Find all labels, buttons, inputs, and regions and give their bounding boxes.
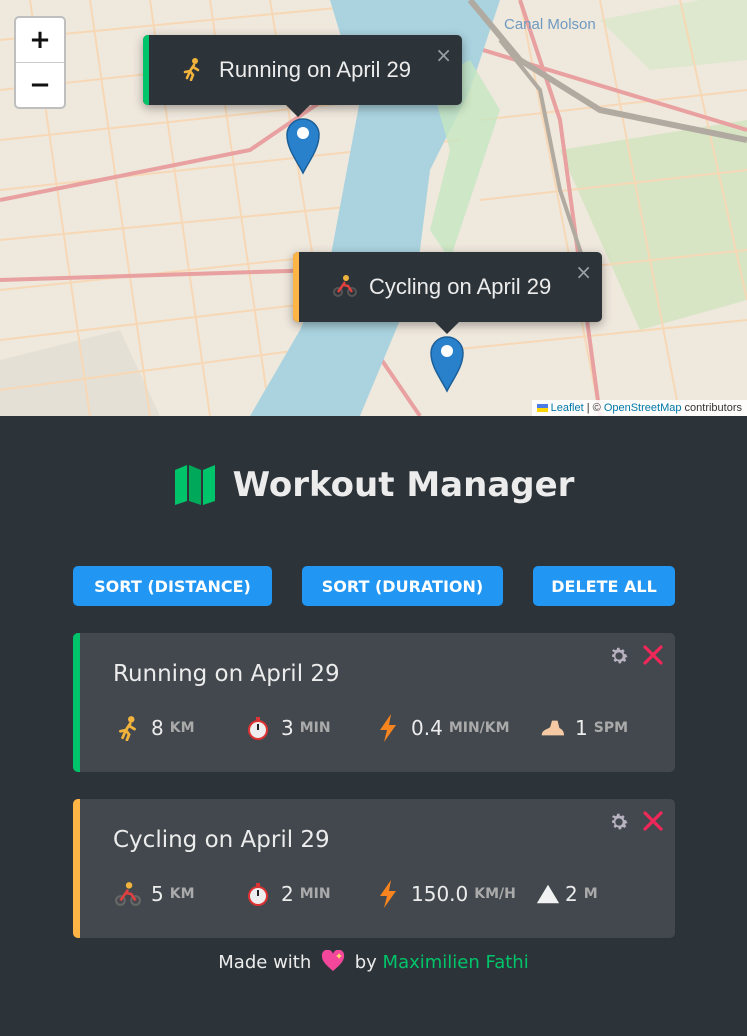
mountain-icon [535, 881, 561, 907]
zoom-in-button[interactable]: + [16, 18, 64, 63]
sparkling-heart-icon [321, 949, 345, 971]
map-marker-running[interactable] [285, 115, 321, 175]
popup-close-button[interactable]: × [575, 260, 592, 284]
workout-unit: KM [169, 720, 195, 736]
lightning-icon [375, 714, 401, 742]
runner-icon [115, 715, 141, 741]
cyclist-icon [333, 274, 357, 302]
workout-unit: MIN [299, 886, 331, 902]
workout-detail-duration: 3 MIN [245, 715, 331, 741]
workout-value: 2 [281, 882, 294, 906]
popup-accent [143, 35, 149, 105]
delete-icon[interactable] [641, 643, 665, 667]
sort-duration-button[interactable]: SORT (DURATION) [302, 566, 503, 606]
popup-text: Cycling on April 29 [369, 274, 552, 299]
map-attribution: Leaflet | © OpenStreetMap contributors [531, 400, 747, 416]
workout-value: 2 [565, 882, 578, 906]
workout-value: 150.0 [411, 882, 469, 906]
map[interactable]: Canal Molson + − Running on April 29 × C… [0, 0, 747, 416]
cyclist-icon [115, 881, 141, 907]
workout-title: Cycling on April 29 [113, 827, 330, 853]
foot-icon [539, 715, 565, 741]
ukraine-flag-icon [536, 404, 548, 413]
attribution-separator: | © [583, 402, 604, 414]
runner-icon [181, 57, 203, 85]
openstreetmap-link[interactable]: OpenStreetMap [604, 402, 682, 414]
workout-detail-duration: 2 MIN [245, 881, 331, 907]
footer-credit: Made with by Maximilien Fathi [0, 949, 747, 973]
workout-value: 1 [575, 716, 588, 740]
running-popup[interactable]: Running on April 29 × [143, 35, 462, 117]
workout-card-cycling[interactable]: Cycling on April 29 5 KM 2 MIN 150.0 KM/… [73, 799, 675, 938]
popup-close-button[interactable]: × [435, 43, 452, 67]
map-place-label: Canal Molson [504, 16, 596, 33]
workout-value: 5 [151, 882, 164, 906]
map-logo-icon [174, 465, 215, 505]
workout-value: 3 [281, 716, 294, 740]
stopwatch-icon [245, 715, 271, 741]
app-title: Workout Manager [232, 465, 575, 505]
workout-unit: MIN/KM [448, 720, 510, 736]
workout-card-running[interactable]: Running on April 29 8 KM 3 MIN 0.4 MIN/K… [73, 633, 675, 772]
zoom-control: + − [14, 16, 66, 109]
workout-detail-cadence: 1 SPM [539, 715, 628, 741]
workout-detail-distance: 8 KM [115, 715, 195, 741]
workout-unit: MIN [299, 720, 331, 736]
attribution-suffix: contributors [681, 402, 742, 414]
author-link[interactable]: Maximilien Fathi [383, 952, 529, 973]
workout-title: Running on April 29 [113, 661, 340, 687]
footer-by: by [354, 952, 377, 973]
workout-accent [73, 799, 80, 938]
gear-icon[interactable] [608, 811, 630, 833]
cycling-popup[interactable]: Cycling on April 29 × [293, 252, 602, 334]
zoom-out-button[interactable]: − [16, 63, 64, 107]
popup-accent [293, 252, 299, 322]
workout-unit: KM/H [474, 886, 516, 902]
gear-icon[interactable] [608, 645, 630, 667]
workout-detail-pace: 0.4 MIN/KM [375, 714, 510, 742]
sort-distance-button[interactable]: SORT (DISTANCE) [73, 566, 272, 606]
workout-unit: M [583, 886, 598, 902]
workout-value: 0.4 [411, 716, 443, 740]
workout-detail-speed: 150.0 KM/H [375, 880, 516, 908]
brand: Workout Manager [0, 464, 747, 506]
workout-detail-distance: 5 KM [115, 881, 195, 907]
stopwatch-icon [245, 881, 271, 907]
workout-value: 8 [151, 716, 164, 740]
footer-prefix: Made with [218, 952, 312, 973]
delete-all-button[interactable]: DELETE ALL [533, 566, 675, 606]
workout-detail-elevation: 2 M [535, 881, 598, 907]
map-marker-cycling[interactable] [429, 333, 465, 393]
workout-unit: SPM [593, 720, 629, 736]
delete-icon[interactable] [641, 809, 665, 833]
lightning-icon [375, 880, 401, 908]
workout-accent [73, 633, 80, 772]
workout-unit: KM [169, 886, 195, 902]
leaflet-link[interactable]: Leaflet [551, 402, 584, 414]
